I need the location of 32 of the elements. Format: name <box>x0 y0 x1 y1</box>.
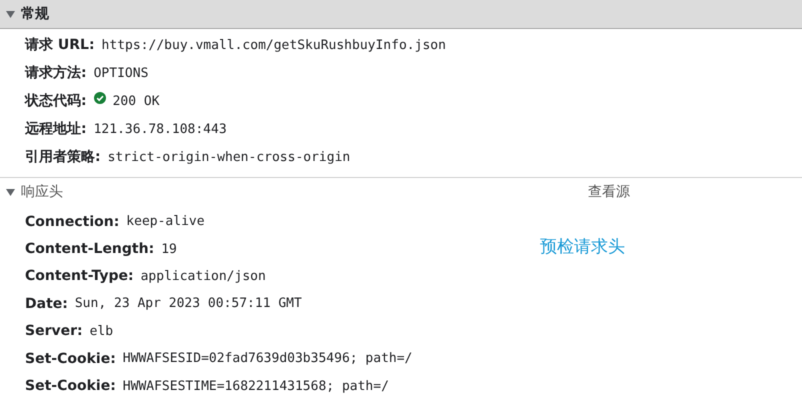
field-label: 请求 URL: <box>25 36 95 54</box>
field-label: Content-Type: <box>25 268 134 284</box>
field-value: elb <box>90 324 114 339</box>
field-label: Content-Length: <box>25 241 154 258</box>
section-title: 常规 <box>21 5 49 23</box>
field-value: 121.36.78.108:443 <box>94 122 227 136</box>
field-value: 200 OK <box>112 94 160 108</box>
view-source-link[interactable]: 查看源 <box>588 183 630 201</box>
field-label: 远程地址: <box>25 120 87 138</box>
section-header[interactable]: 响应头 查看源 <box>0 178 802 206</box>
field-label: Server: <box>25 323 83 340</box>
field-value: keep-alive <box>126 214 205 230</box>
caret-icon <box>6 188 15 196</box>
field-label: Set-Cookie: <box>25 378 116 394</box>
field-label: Set-Cookie: <box>25 350 116 367</box>
field-label: 状态代码: <box>25 92 87 110</box>
annotation-text: 预检请求头 <box>540 236 625 258</box>
section-header[interactable]: 常规 <box>0 0 802 29</box>
field-label: Connection: <box>25 214 120 230</box>
field-label: Date: <box>25 296 68 312</box>
field-label: 请求方法: <box>25 64 87 82</box>
field-value: OPTIONS <box>94 66 148 80</box>
field-label: 引用者策略: <box>25 148 101 166</box>
field-value: 19 <box>161 242 177 257</box>
field-value: strict-origin-when-cross-origin <box>108 150 350 164</box>
field-value: Sun, 23 Apr 2023 00:57:11 GMT <box>74 296 302 312</box>
field-value: HWWAFSESID=02fad7639d03b35496; path=/ <box>122 351 412 366</box>
section-title: 响应头 <box>21 183 63 201</box>
field-value: HWWAFSESTIME=1682211431568; path=/ <box>122 378 389 394</box>
caret-icon <box>6 10 15 18</box>
field-value: https://buy.vmall.com/getSkuRushbuyInfo.json <box>102 38 446 52</box>
field-value: application/json <box>140 268 266 284</box>
